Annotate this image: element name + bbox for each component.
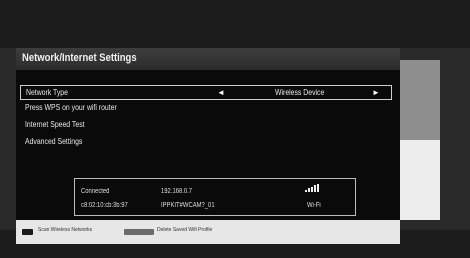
signal-bars-icon [305,184,321,192]
speed-test-label: Internet Speed Test [25,120,85,129]
scan-key-icon [22,229,33,235]
mac-address: c8:02:10:cb:3b:97 [81,202,128,209]
advanced-settings-row[interactable]: Advanced Settings [20,135,390,149]
arrow-right-icon[interactable]: ► [372,86,380,100]
network-ssid: IPPKIT#WCAM?_01 [161,202,215,209]
wps-label: Press WPS on your wifi router [25,103,117,112]
network-type-value: Wireless Device [275,88,325,97]
background-panel-lower [396,140,440,220]
speed-test-row[interactable]: Internet Speed Test [20,118,390,132]
delete-profile-label[interactable]: Delete Saved Wifi Profile [157,227,212,233]
advanced-settings-label: Advanced Settings [25,137,83,146]
connection-status-box: Connected 192.168.0.7 c8:02:10:cb:3b:97 … [74,178,356,216]
dialog-header: Network/Internet Settings [16,48,400,70]
network-type-label: Network Type [26,88,68,97]
footer-hint-bar: Scan Wireless Networks Delete Saved Wifi… [16,220,400,244]
scan-networks-label[interactable]: Scan Wireless Networks [38,227,92,233]
network-settings-dialog: Network/Internet Settings Network Type ◄… [16,48,400,220]
wps-row[interactable]: Press WPS on your wifi router [20,101,390,115]
background-panel [396,60,440,220]
dialog-title: Network/Internet Settings [22,52,137,64]
arrow-left-icon[interactable]: ◄ [217,86,225,100]
network-type-row[interactable]: Network Type ◄ Wireless Device ► [20,85,392,100]
connection-state: Connected [81,188,110,195]
connection-type: Wi-Fi [307,202,321,209]
delete-key-icon [124,229,154,235]
ip-address: 192.168.0.7 [161,188,193,195]
